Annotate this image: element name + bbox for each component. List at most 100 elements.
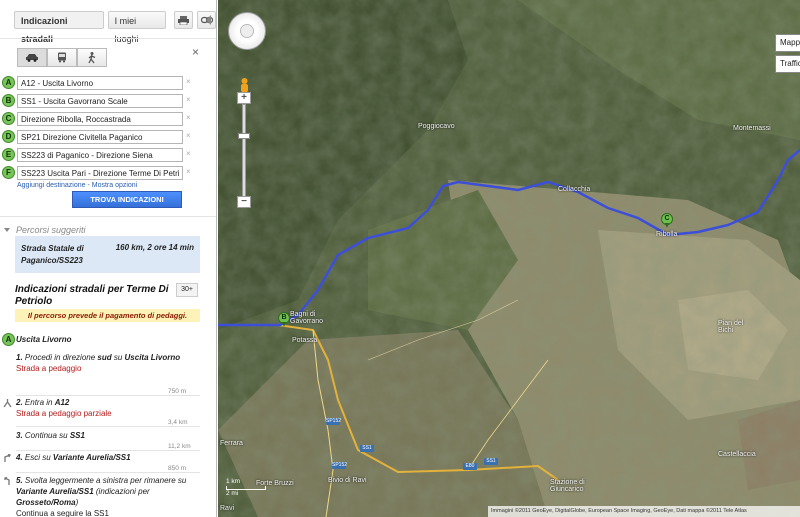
step-text-pre: Esci su [24, 453, 53, 462]
remove-waypoint-button[interactable]: × [186, 167, 191, 176]
route-marker-c-icon[interactable]: C [661, 213, 673, 228]
zoom-slider[interactable] [242, 104, 246, 204]
find-directions-button[interactable]: TROVA INDICAZIONI STRADALI [72, 191, 182, 219]
place-label-potassa: Potassa [292, 337, 318, 344]
suggested-routes-label: Percorsi suggeriti [16, 225, 86, 235]
step-note: Strada a pedaggio parziale [16, 409, 112, 418]
marker-c-icon[interactable]: C [2, 112, 15, 125]
tab-my-places[interactable]: I miei luoghi [107, 11, 167, 44]
marker-e-icon[interactable]: E [2, 148, 15, 161]
marker-b-icon[interactable]: B [2, 94, 15, 107]
satellite-imagery [218, 0, 800, 517]
step-distance: 3,4 km [168, 419, 188, 426]
travel-mode-selector [17, 48, 107, 67]
step-distance: 11,2 km [168, 443, 191, 450]
direction-step[interactable]: 2. Entra in A12 Strada a pedaggio parzial… [16, 397, 196, 419]
step-number: 1. [16, 353, 23, 362]
remove-waypoint-button[interactable]: × [186, 95, 191, 104]
pan-center [240, 24, 254, 38]
directions-panel: Indicazioni stradali I miei luoghi × A×B… [0, 0, 217, 517]
place-label-bivio-ravi: Bivio di Ravi [328, 477, 367, 484]
direction-step[interactable]: 5. Svolta leggermente a sinistra per rim… [16, 475, 196, 517]
mode-car-button[interactable] [17, 48, 47, 67]
place-label-pian-del-bichi: Pian del Bichi [718, 320, 744, 334]
road-shield: SS1 [484, 458, 498, 465]
step-text-mid: su [111, 353, 125, 362]
scale-label: 1 km [226, 478, 241, 485]
add-destination-link[interactable]: Aggiungi destinazione [17, 182, 86, 189]
direction-step[interactable]: 1. Procedi in direzione sud su Uscita Li… [16, 352, 196, 374]
waypoint-a: A× [2, 76, 202, 91]
printer-icon [178, 15, 190, 25]
place-label-castellaccia: Castellaccia [718, 451, 756, 458]
divider [0, 38, 216, 39]
step-text-pre: Procedi in direzione [24, 353, 98, 362]
print-button[interactable] [174, 11, 194, 29]
divider [0, 216, 216, 217]
zoom-slider-handle[interactable] [238, 133, 250, 139]
close-directions-button[interactable]: × [192, 45, 199, 59]
map-view[interactable]: + − Mappa Traffico Poggiocavo Collacchia M… [218, 0, 800, 517]
step-divider [16, 426, 200, 427]
step-number: 2. [16, 398, 23, 407]
bus-icon [58, 52, 66, 63]
tab-directions[interactable]: Indicazioni stradali [14, 11, 104, 44]
step-text-pre: Continua su [24, 431, 70, 440]
traffic-button[interactable]: Traffico [775, 55, 800, 73]
marker-f-icon[interactable]: F [2, 166, 15, 179]
mode-walk-button[interactable] [77, 48, 107, 67]
mode-transit-button[interactable] [47, 48, 77, 67]
marker-d-icon[interactable]: D [2, 130, 15, 143]
place-label-collacchia: Collacchia [558, 186, 591, 193]
suggested-route[interactable]: Strada Statale di Paganico/SS223 160 km,… [15, 236, 200, 273]
step-road-2: Grosseto/Roma [16, 498, 76, 507]
step-road-2: Uscita Livorno [124, 353, 181, 362]
route-name: Strada Statale di Paganico/SS223 [21, 244, 84, 265]
exit-right-icon [3, 453, 12, 462]
remove-waypoint-button[interactable]: × [186, 113, 191, 122]
waypoint-input[interactable] [17, 76, 183, 90]
collapse-panel-icon[interactable] [206, 15, 211, 25]
step-road: SS1 [69, 431, 85, 440]
zoom-in-button[interactable]: + [237, 92, 251, 104]
marker-a-icon[interactable]: A [2, 76, 15, 89]
place-label-ribolla: Ribolla [656, 231, 678, 238]
waypoint-e: E× [2, 148, 202, 163]
slight-left-icon [3, 476, 12, 485]
remove-waypoint-button[interactable]: × [186, 131, 191, 140]
start-label: Uscita Livorno [16, 335, 72, 344]
waypoint-input[interactable] [17, 166, 183, 180]
direction-step[interactable]: 4. Esci su Variante Aurelia/SS1 [16, 452, 196, 463]
road-shield: E80 [463, 463, 477, 470]
waypoint-input[interactable] [17, 94, 183, 108]
step-note: Continua a seguire la SS1 [16, 509, 109, 517]
waypoint-d: D× [2, 130, 202, 145]
waypoint-input[interactable] [17, 130, 183, 144]
car-icon [26, 54, 38, 62]
waypoint-input[interactable] [17, 112, 183, 126]
walking-icon [88, 51, 96, 63]
directions-title: Indicazioni stradali per Terme Di Petrio… [15, 284, 169, 307]
step-distance: 850 m [168, 465, 187, 472]
remove-waypoint-button[interactable]: × [186, 77, 191, 86]
waypoint-input[interactable] [17, 148, 183, 162]
route-marker-b-icon[interactable]: B [278, 312, 290, 327]
step-distance: 750 m [168, 388, 187, 395]
place-label-ferrara: Ferrara [220, 440, 243, 447]
zoom-out-button[interactable]: − [237, 196, 251, 208]
map-scale: 1 km 2 mi [226, 478, 266, 497]
place-label-montemassi: Montemassi [733, 125, 771, 132]
show-options-link[interactable]: Mostra opzioni [92, 182, 138, 189]
waypoint-b: B× [2, 94, 202, 109]
map-type-button[interactable]: Mappa [775, 34, 800, 52]
scale-label-2: 2 mi [226, 490, 239, 497]
marker-tip [665, 223, 669, 228]
pan-control[interactable] [228, 12, 266, 50]
road-shield: SP152 [332, 462, 348, 469]
step-text-mid: (indicazioni per [93, 487, 150, 496]
direction-step[interactable]: 3. Continua su SS1 [16, 430, 196, 441]
marker-a-icon: A [2, 333, 15, 346]
remove-waypoint-button[interactable]: × [186, 149, 191, 158]
step-count-button[interactable]: 30+ [176, 283, 198, 297]
suggested-routes-header[interactable]: Percorsi suggeriti [4, 225, 86, 235]
